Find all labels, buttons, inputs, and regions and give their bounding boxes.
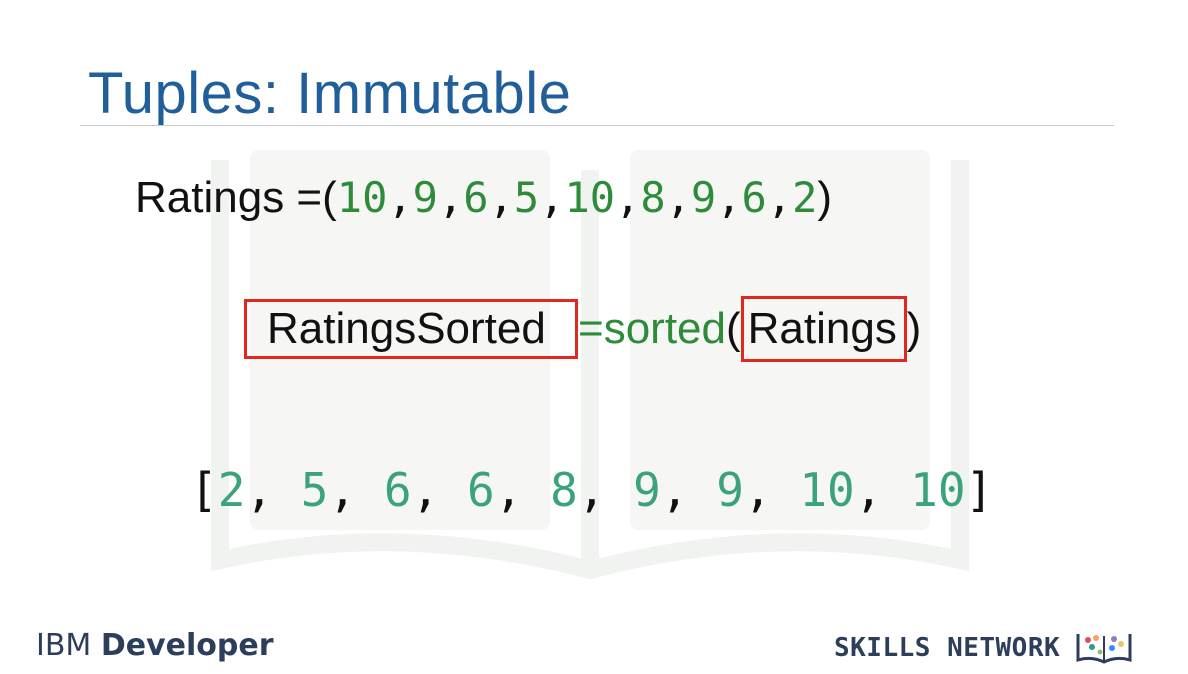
ibm-developer-logo: IBM Developer: [36, 628, 274, 664]
sorted-function-name: sorted: [603, 304, 726, 353]
result-comma: ,: [854, 463, 911, 517]
skills-network-logo: SKILLS NETWORK: [834, 630, 1134, 666]
tuple-value: 9: [412, 173, 438, 222]
tuple-value: 2: [792, 173, 818, 222]
sorted-open-paren: (: [726, 304, 741, 353]
tuple-comma: ,: [488, 173, 514, 222]
tuple-value: 5: [513, 173, 540, 222]
tuple-comma: ,: [716, 173, 742, 222]
ibm-brand-text: IBM: [36, 628, 101, 663]
sorted-argument: Ratings: [747, 304, 897, 353]
result-open-bracket: [: [190, 463, 218, 517]
result-value: 10: [799, 463, 855, 517]
result-value: 9: [633, 463, 661, 517]
tuple-value: 6: [463, 173, 489, 222]
result-comma: ,: [660, 463, 717, 517]
title-divider: [80, 125, 1114, 126]
tuple-value: 10: [564, 173, 616, 222]
sorted-close-paren: ): [906, 304, 922, 353]
sorted-result-line: [2, 5, 6, 6, 8, 9, 9, 10, 10]: [190, 460, 993, 520]
sorted-assignment-line: RatingsSorted = sorted(Ratings): [244, 296, 921, 362]
result-comma: ,: [245, 463, 301, 517]
result-comma: ,: [328, 463, 384, 517]
result-close-bracket: ]: [965, 463, 994, 517]
skills-network-text: SKILLS NETWORK: [834, 633, 1061, 663]
tuple-value: 10: [336, 173, 388, 222]
result-values: 2, 5, 6, 6, 8, 9, 9, 10, 10: [218, 463, 966, 517]
tuple-variable: Ratings: [135, 173, 285, 222]
tuple-comma: ,: [766, 173, 793, 222]
result-comma: ,: [743, 463, 800, 517]
argument-highlight-box: Ratings: [740, 296, 907, 362]
result-value: 5: [300, 463, 329, 517]
result-value: 9: [716, 463, 744, 517]
tuple-assignment-line: Ratings =(10,9,6,5,10,8,9,6,2): [135, 170, 832, 226]
tuple-comma: ,: [615, 173, 641, 222]
tuple-close-paren: ): [817, 173, 833, 222]
sorted-target-variable: RatingsSorted: [267, 304, 546, 353]
tuple-open-paren: (: [322, 173, 337, 222]
result-value: 2: [217, 463, 246, 517]
sorted-equals: =: [578, 304, 604, 353]
target-highlight-box: RatingsSorted: [244, 299, 578, 359]
result-value: 6: [383, 463, 412, 517]
tuple-comma: ,: [387, 173, 413, 222]
tuple-values: 10,9,6,5,10,8,9,6,2: [337, 173, 818, 222]
tuple-value: 9: [690, 173, 717, 222]
tuple-operator: =: [296, 173, 323, 222]
tuple-comma: ,: [665, 173, 691, 222]
tuple-comma: ,: [539, 173, 565, 222]
tuple-value: 6: [741, 173, 767, 222]
tuple-comma: ,: [437, 173, 464, 222]
tuple-value: 8: [640, 173, 666, 222]
slide: Tuples: Immutable Ratings =(10,9,6,5,10,…: [0, 0, 1188, 674]
result-comma: ,: [411, 463, 467, 517]
result-comma: ,: [494, 463, 551, 517]
result-value: 8: [550, 463, 578, 517]
result-value: 6: [466, 463, 495, 517]
skills-network-book-icon: [1076, 634, 1132, 664]
developer-brand-text: Developer: [100, 628, 274, 663]
result-comma: ,: [577, 463, 634, 517]
result-value: 10: [910, 463, 966, 517]
slide-title: Tuples: Immutable: [88, 61, 572, 126]
